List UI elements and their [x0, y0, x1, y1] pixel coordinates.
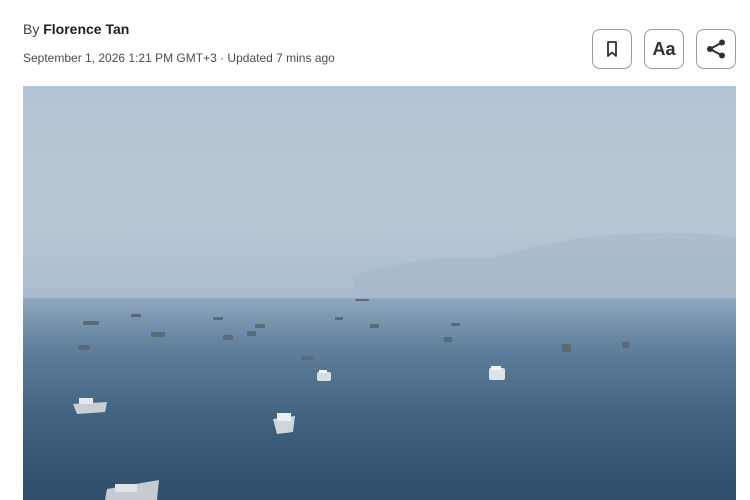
share-icon — [707, 39, 725, 59]
share-button[interactable] — [696, 29, 736, 69]
byline-prefix: By — [23, 21, 40, 37]
dateline: September 1, 2026 1:21 PM GMT+3 · Update… — [23, 51, 335, 65]
article-header: By Florence Tan September 1, 2026 1:21 P… — [23, 18, 383, 67]
author-link[interactable]: Florence Tan — [43, 21, 129, 37]
article-actions: Aa — [592, 29, 736, 69]
font-size-button[interactable]: Aa — [644, 29, 684, 69]
bookmark-button[interactable] — [592, 29, 632, 69]
article-photo[interactable] — [23, 86, 736, 500]
byline: By Florence Tan — [23, 18, 383, 40]
font-size-label: Aa — [652, 38, 676, 59]
bookmark-icon — [607, 41, 617, 57]
ships-at-sea-photo — [23, 86, 736, 500]
